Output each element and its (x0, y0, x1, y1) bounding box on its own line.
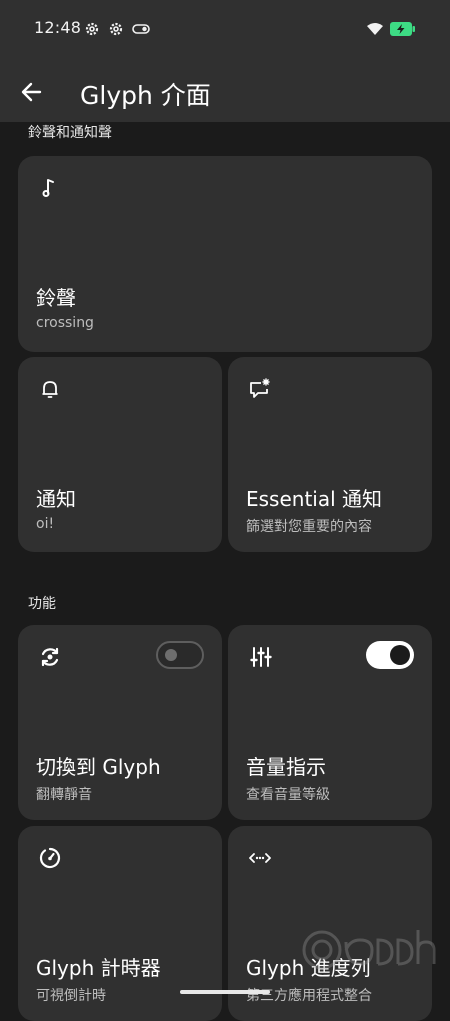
toggle-key-icon (132, 24, 150, 34)
tile-subtitle: oi! (36, 516, 55, 532)
top-app-bar: 12:48 Glyph 介面 (0, 0, 450, 122)
tile-flip-to-glyph[interactable]: 切換到 Glyph 翻轉靜音 (18, 625, 222, 820)
gesture-nav-handle[interactable] (180, 990, 270, 994)
settings-gear-icon (109, 22, 123, 36)
tile-subtitle: 翻轉靜音 (36, 787, 92, 803)
flip-rotate-icon (41, 647, 59, 667)
section-header-ringtones: 鈴聲和通知聲 (28, 125, 112, 141)
tile-title: 切換到 Glyph (36, 755, 161, 779)
tile-subtitle: 第三方應用程式整合 (246, 988, 372, 1004)
arrow-left-icon (21, 82, 42, 102)
tile-essential-notification[interactable]: Essential 通知 篩選對您重要的內容 (228, 357, 432, 552)
status-bar: 12:48 (0, 14, 450, 46)
tile-subtitle: 篩選對您重要的內容 (246, 519, 372, 535)
tile-title: Essential 通知 (246, 487, 383, 511)
battery-charging-icon (390, 22, 415, 36)
volume-indicator-toggle[interactable] (366, 641, 414, 669)
tile-subtitle: crossing (36, 315, 94, 331)
bell-icon (42, 381, 58, 398)
tile-ringtone[interactable]: 鈴聲 crossing (18, 156, 432, 352)
tile-subtitle: 查看音量等級 (246, 787, 330, 803)
code-progress-icon (249, 853, 271, 863)
page-title: Glyph 介面 (80, 81, 211, 110)
timer-icon (39, 847, 61, 869)
settings-gear-icon (85, 22, 99, 36)
tile-subtitle: 可視倒計時 (36, 988, 106, 1004)
tile-volume-indicator[interactable]: 音量指示 查看音量等級 (228, 625, 432, 820)
music-note-icon (42, 179, 54, 197)
section-header-features: 功能 (28, 596, 56, 612)
toggle-knob (165, 649, 177, 661)
back-button[interactable] (14, 74, 50, 110)
tile-title: Glyph 計時器 (36, 956, 161, 980)
tile-title: 鈴聲 (36, 286, 76, 310)
toggle-knob (390, 645, 410, 665)
watermark-logo (302, 930, 436, 970)
status-time: 12:48 (34, 18, 82, 37)
essential-notification-icon (250, 378, 270, 398)
wifi-icon (367, 23, 383, 35)
tile-title: 音量指示 (246, 755, 326, 779)
tile-notification[interactable]: 通知 oi! (18, 357, 222, 552)
tile-title: 通知 (36, 487, 76, 511)
sliders-icon (250, 647, 272, 667)
flip-to-glyph-toggle[interactable] (156, 641, 204, 669)
